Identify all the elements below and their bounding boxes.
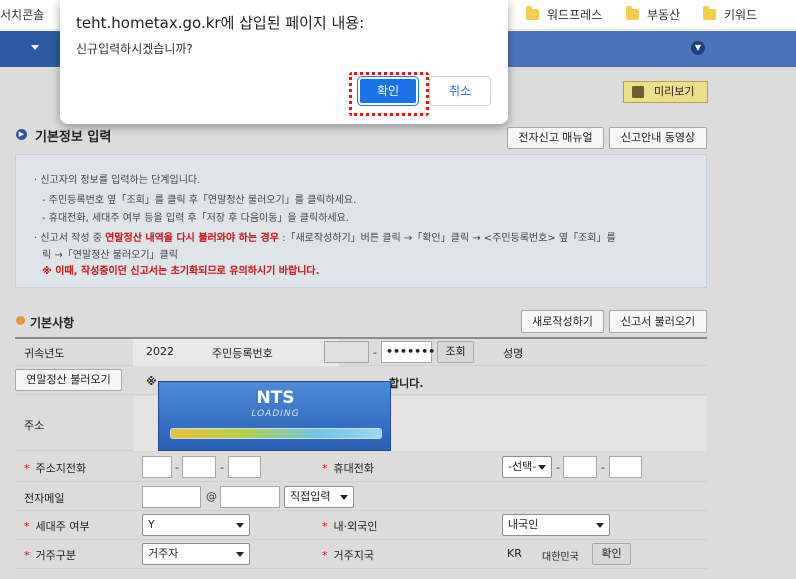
basic-info-title: 기본정보 입력 — [35, 130, 112, 145]
notice-mark: ※ — [146, 375, 157, 388]
chevron-down-icon — [596, 523, 604, 528]
folder-icon — [526, 6, 539, 20]
arrow-circle-icon: ▶ — [16, 129, 27, 140]
residence-select[interactable]: 거주자 — [142, 543, 250, 565]
dialog-ok-button[interactable]: 확인 — [357, 76, 419, 106]
country-name: 대한민국 — [542, 552, 579, 563]
email-domain-field[interactable] — [220, 486, 280, 508]
nav-menu-tab[interactable] — [0, 31, 70, 67]
dot-icon — [16, 316, 25, 325]
mobile-part3[interactable] — [609, 456, 642, 478]
instruction-line: - 주민등록번호 옆「조회」를 클릭 후「연말정산 불러오기」를 클릭하세요. — [42, 195, 357, 206]
mobile-prefix-select[interactable]: -선택- — [502, 456, 552, 478]
householder-select[interactable]: Y — [142, 514, 250, 536]
instruction-line: · 신고서 작성 중 연말정산 내역을 다시 불러와야 하는 경우 :「새로작성… — [34, 233, 616, 244]
loading-logo: NTS — [256, 388, 295, 408]
home-phone-part3[interactable] — [228, 456, 261, 478]
bookmark-wordpress[interactable]: 워드프레스 — [526, 6, 602, 23]
residence-country-label: * 거주지국 — [322, 549, 374, 562]
caret-down-icon — [31, 45, 39, 50]
email-label: 전자메일 — [24, 492, 65, 505]
chevron-down-circle-icon[interactable]: ▼ — [691, 41, 705, 55]
address-label: 주소 — [24, 419, 45, 432]
instructions-box: · 신고자의 정보를 입력하는 단계입니다. - 주민등록번호 옆「조회」를 클… — [15, 154, 707, 288]
basics-title: 기본사항 — [30, 316, 75, 330]
bookmark-realestate[interactable]: 부동산 — [626, 6, 680, 23]
nationality-select[interactable]: 내국인 — [502, 514, 610, 536]
ssn-label: 주민등록번호 — [212, 347, 273, 360]
year-value: 2022 — [146, 345, 174, 358]
chevron-down-icon — [340, 495, 348, 500]
new-write-button[interactable]: 새로작성하기 — [521, 310, 604, 333]
dialog-message: 신규입력하시겠습니까? — [76, 42, 193, 56]
instruction-line: · 신고자의 정보를 입력하는 단계입니다. — [34, 175, 201, 186]
email-domain-select[interactable]: 직접입력 — [284, 486, 354, 508]
ssn-back-field[interactable]: ••••••• — [381, 341, 435, 363]
home-phone-part1[interactable] — [142, 456, 172, 478]
efiling-manual-button[interactable]: 전자신고 매뉴얼 — [507, 127, 604, 149]
nationality-label: * 내·외국인 — [322, 520, 378, 533]
chevron-down-icon — [236, 552, 244, 557]
guide-video-button[interactable]: 신고안내 동영상 — [609, 127, 707, 149]
instruction-line: - 휴대전화, 세대주 여부 등을 입력 후「저장 후 다음이동」을 클릭하세요… — [42, 213, 349, 224]
residence-label: * 거주구분 — [24, 549, 76, 562]
chevron-down-icon — [538, 465, 546, 470]
dialog-title: teht.hometax.go.kr에 삽입된 페이지 내용: — [76, 14, 365, 32]
loading-overlay: NTS LOADING — [158, 381, 391, 451]
year-label: 귀속년도 — [24, 347, 65, 360]
notice-tail: 합니다. — [389, 377, 424, 390]
email-local-field[interactable] — [142, 486, 201, 508]
householder-label: * 세대주 여부 — [24, 520, 90, 533]
mobile-label: * 휴대전화 — [322, 462, 374, 475]
country-code: KR — [507, 547, 522, 560]
home-phone-part2[interactable] — [182, 456, 216, 478]
preview-button[interactable]: 미리보기 — [623, 81, 708, 103]
country-confirm-button[interactable]: 확인 — [592, 543, 631, 565]
ssn-front-field[interactable] — [324, 341, 369, 363]
form-row-email — [15, 482, 707, 511]
warning-text: ※ 이때, 작성중이던 신고서는 초기화되므로 유의하시기 바랍니다. — [42, 266, 320, 277]
chevron-down-icon — [236, 523, 244, 528]
bookmark-search-console[interactable]: 서치콘솔 — [0, 6, 44, 23]
dialog-cancel-button[interactable]: 취소 — [429, 76, 491, 106]
document-icon — [632, 86, 644, 98]
load-return-button[interactable]: 신고서 불러오기 — [609, 310, 707, 333]
confirm-dialog: teht.hometax.go.kr에 삽입된 페이지 내용: 신규입력하시겠습… — [60, 0, 508, 124]
bookmark-keyword[interactable]: 키워드 — [703, 6, 757, 23]
folder-icon — [703, 6, 716, 20]
instruction-line: 릭 →「연말정산 불러오기」클릭 — [42, 250, 178, 261]
name-label: 성명 — [503, 347, 524, 360]
home-phone-label: * 주소지전화 — [24, 462, 87, 475]
mobile-part2[interactable] — [563, 456, 597, 478]
loading-progress-fill — [171, 429, 381, 438]
folder-icon — [626, 6, 639, 20]
loading-text: LOADING — [251, 409, 300, 419]
loading-progress-bar — [170, 428, 382, 439]
lookup-button[interactable]: 조회 — [437, 341, 474, 363]
yearend-load-button[interactable]: 연말정산 불러오기 — [15, 369, 122, 391]
